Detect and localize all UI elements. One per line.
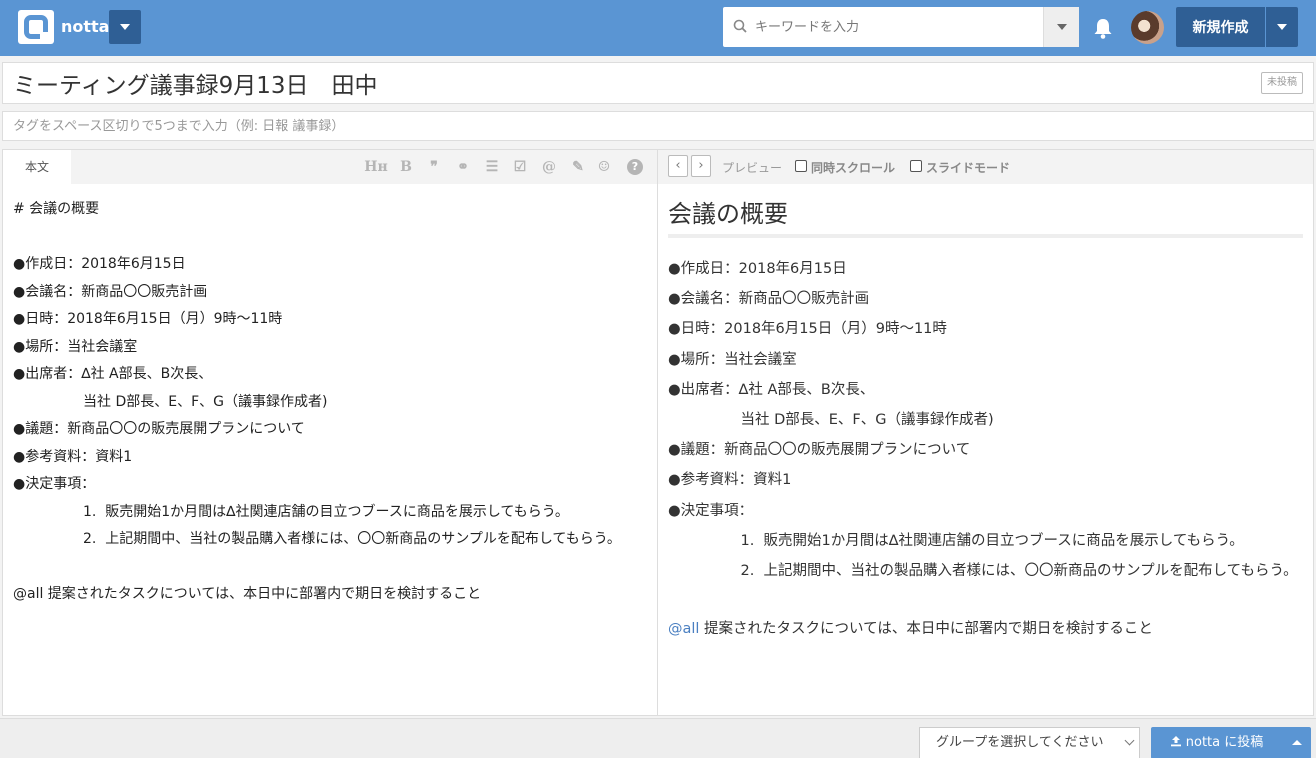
editor-line: ●参考資料：資料1	[13, 448, 133, 465]
brand-name[interactable]: notta	[61, 17, 109, 36]
editor-line: ●会議名：新商品〇〇販売計画	[13, 283, 208, 300]
quote-icon[interactable]: ❞	[425, 159, 443, 175]
top-header: notta 新規作成	[0, 0, 1316, 56]
notification-bell-icon[interactable]	[1092, 16, 1114, 40]
emoji-icon[interactable]: ☺	[595, 159, 613, 175]
brand-dropdown-button[interactable]	[109, 10, 141, 44]
preview-toolbar: ‹ › プレビュー 同時スクロール スライドモード	[658, 150, 1313, 184]
editor-line: ●場所：当社会議室	[13, 338, 138, 355]
chevron-down-icon	[1124, 735, 1135, 746]
preview-line: ●場所：当社会議室	[668, 351, 797, 368]
footer-bar: グループを選択してください notta に投稿	[0, 718, 1316, 758]
preview-content: ●作成日：2018年6月15日 ●会議名：新商品〇〇販売計画 ●日時：2018年…	[668, 254, 1304, 644]
preview-heading: 会議の概要	[668, 200, 788, 228]
preview-line: ●日時：2018年6月15日（月）9時〜11時	[668, 321, 947, 338]
title-row: 未投稿	[2, 62, 1314, 104]
editor-line: ●出席者：∆社 A部長、B次長、	[13, 366, 213, 382]
chevron-left-icon[interactable]: ‹	[668, 155, 688, 177]
status-badge: 未投稿	[1261, 72, 1303, 94]
preview-line: ●作成日：2018年6月15日	[668, 261, 847, 277]
chevron-down-icon	[1277, 24, 1287, 30]
editor-line: # 会議の概要	[13, 201, 100, 217]
group-select-value: グループを選択してください	[936, 735, 1104, 750]
editor-line: ●議題：新商品〇〇の販売展開プランについて	[13, 421, 305, 437]
heading-icon[interactable]: Hн	[363, 159, 389, 175]
preview-line: 当社 D部長、E、F、G（議事録作成者)	[668, 412, 994, 429]
slide-mode-label[interactable]: スライドモード	[926, 159, 1010, 176]
bold-icon[interactable]: B	[399, 159, 413, 175]
tab-body[interactable]: 本文	[3, 150, 71, 184]
chevron-down-icon	[120, 24, 130, 30]
heading-divider	[668, 234, 1303, 238]
editor-toolbar: 本文 Hн B ❞ ⚭ ☰ ☑ @ ✎ ☺ ?	[3, 150, 657, 184]
search-icon	[733, 19, 747, 33]
group-select[interactable]: グループを選択してください	[919, 727, 1140, 758]
title-input[interactable]	[13, 63, 1113, 103]
notta-logo-icon[interactable]	[18, 10, 54, 44]
chevron-up-icon	[1292, 740, 1302, 745]
search-dropdown-button[interactable]	[1043, 7, 1079, 47]
user-avatar[interactable]	[1131, 11, 1164, 44]
sync-scroll-checkbox[interactable]	[795, 160, 807, 172]
preview-line: ●参考資料：資料1	[668, 472, 792, 489]
preview-mention-line: @all 提案されたタスクについては、本日中に部署内で期日を検討すること	[668, 614, 1304, 644]
mention-icon[interactable]: @	[540, 159, 558, 175]
slide-mode-checkbox[interactable]	[910, 160, 922, 172]
preview-line: ●出席者：∆社 A部長、B次長、	[668, 381, 875, 398]
preview-label: プレビュー	[722, 161, 783, 175]
editor-line: 2. 上記期間中、当社の製品購入者様には、〇〇新商品のサンプルを配布してもらう。	[13, 531, 621, 547]
preview-pane: ‹ › プレビュー 同時スクロール スライドモード 会議の概要 ●作成日：201…	[658, 149, 1314, 716]
help-icon[interactable]: ?	[627, 159, 643, 175]
preview-line: ●決定事項：	[668, 502, 754, 519]
mention-text: 提案されたタスクについては、本日中に部署内で期日を検討すること	[699, 620, 1153, 637]
attachment-icon[interactable]: ✎	[569, 159, 587, 175]
editor-line: ●決定事項：	[13, 476, 96, 492]
tags-row	[2, 111, 1314, 141]
mention-link[interactable]: @all	[668, 621, 699, 637]
preview-line	[668, 586, 1304, 614]
new-post-button[interactable]: 新規作成	[1176, 7, 1265, 47]
editor-line: ●日時：2018年6月15日（月）9時〜11時	[13, 311, 283, 327]
post-button-label: notta に投稿	[1185, 735, 1264, 750]
tags-input[interactable]	[13, 112, 1213, 140]
editor-pane: 本文 Hн B ❞ ⚭ ☰ ☑ @ ✎ ☺ ? # 会議の概要 ●作成日：201…	[2, 149, 658, 716]
search-box	[723, 7, 1079, 47]
sync-scroll-label[interactable]: 同時スクロール	[811, 159, 895, 176]
editor-line: 1. 販売開始1か月間は∆社関連店舗の目立つブースに商品を展示してもらう。	[13, 503, 569, 520]
chevron-down-icon	[1057, 24, 1067, 30]
new-post-dropdown-button[interactable]	[1266, 7, 1298, 47]
checkbox-icon[interactable]: ☑	[511, 159, 529, 175]
link-icon[interactable]: ⚭	[454, 159, 472, 175]
preview-line: ●議題：新商品〇〇の販売展開プランについて	[668, 442, 971, 459]
post-dropdown-button[interactable]	[1282, 727, 1311, 758]
preview-line: ●会議名：新商品〇〇販売計画	[668, 291, 870, 308]
chevron-right-icon[interactable]: ›	[691, 155, 711, 177]
editor-line: ●作成日：2018年6月15日	[13, 256, 186, 272]
editor-line: 当社 D部長、E、F、G（議事録作成者)	[13, 393, 328, 410]
markdown-editor-textarea[interactable]: # 会議の概要 ●作成日：2018年6月15日 ●会議名：新商品〇〇販売計画 ●…	[13, 196, 649, 609]
preview-line: 1. 販売開始1か月間は∆社関連店舗の目立つブースに商品を展示してもらう。	[668, 532, 1244, 549]
search-input[interactable]	[755, 7, 1035, 47]
list-icon[interactable]: ☰	[483, 159, 501, 175]
preview-line: 2. 上記期間中、当社の製品購入者様には、〇〇新商品のサンプルを配布してもらう。	[668, 563, 1298, 580]
editor-line: @all 提案されたタスクについては、本日中に部署内で期日を検討すること	[13, 586, 482, 602]
upload-icon	[1170, 736, 1181, 747]
post-button[interactable]: notta に投稿	[1151, 727, 1282, 758]
